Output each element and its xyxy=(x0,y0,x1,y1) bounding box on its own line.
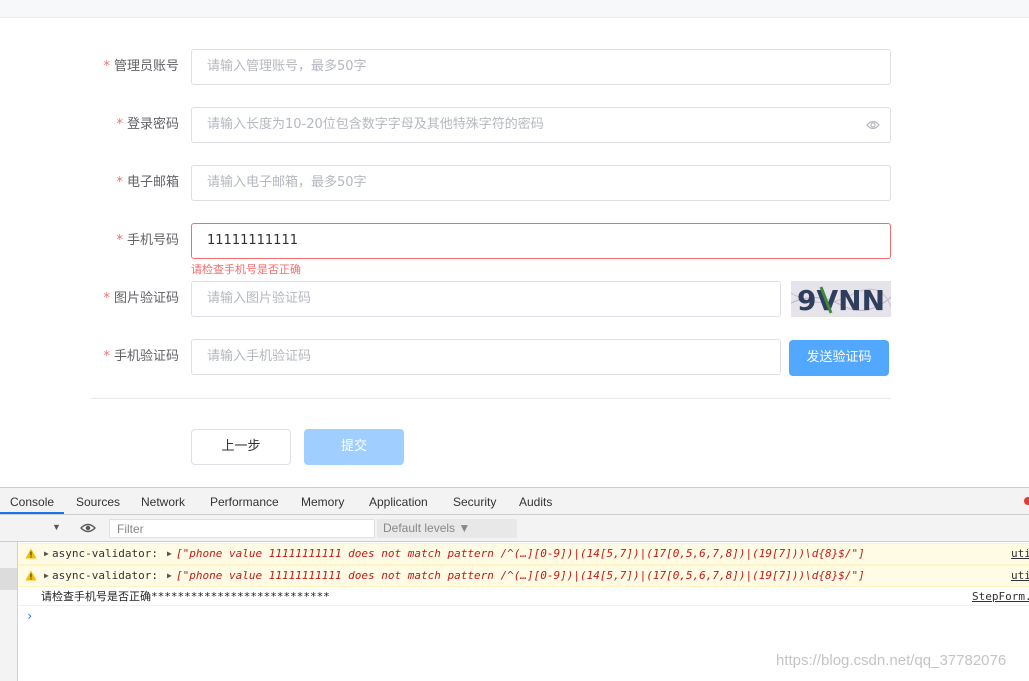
top-header-bar xyxy=(0,0,1029,18)
message-source-link[interactable]: uti xyxy=(1011,566,1029,586)
input-placeholder: 请输入管理账号，最多50字 xyxy=(207,59,367,74)
input-placeholder: 请输入图片验证码 xyxy=(207,291,312,306)
sms-code-input[interactable]: 请输入手机验证码 xyxy=(191,339,781,375)
gutter-selection xyxy=(0,568,17,590)
message-text: ["phone value 11111111111 does not match… xyxy=(176,569,865,582)
password-input[interactable]: 请输入长度为10-20位包含数字字母及其他特殊字符的密码 xyxy=(191,107,891,143)
console-warning-row[interactable]: ▶ async-validator: ▶ ["phone value 11111… xyxy=(18,565,1029,587)
devtools-tab-bar: Console Sources Network Performance Memo… xyxy=(0,488,1029,515)
field-admin-account: * 管理员账号 请输入管理账号，最多50字 xyxy=(0,49,1029,85)
input-value: 11111111111 xyxy=(207,233,298,248)
field-sms-code: * 手机验证码 请输入手机验证码 发送验证码 xyxy=(0,339,1029,376)
warning-icon xyxy=(25,548,37,559)
console-prompt-icon[interactable]: › xyxy=(26,609,33,623)
log-levels-dropdown[interactable]: Default levels ▼ xyxy=(377,519,517,538)
tab-console[interactable]: Console xyxy=(0,488,65,514)
field-label: * 电子邮箱 xyxy=(116,175,179,190)
console-filter-input[interactable]: Filter xyxy=(109,519,375,538)
submit-button[interactable]: 提交 xyxy=(304,429,404,465)
tab-sources[interactable]: Sources xyxy=(76,488,120,514)
phone-input[interactable]: 11111111111 xyxy=(191,223,891,259)
previous-step-button[interactable]: 上一步 xyxy=(191,429,291,465)
field-label: * 手机号码 xyxy=(116,233,179,248)
console-log-row[interactable]: 请检查手机号是否正确*************************** St… xyxy=(18,588,1029,606)
warning-icon xyxy=(25,570,37,581)
expand-arrow-icon[interactable]: ▶ xyxy=(44,544,49,564)
tab-audits[interactable]: Audits xyxy=(519,488,552,514)
tab-network[interactable]: Network xyxy=(141,488,185,514)
expand-arrow-icon[interactable]: ▶ xyxy=(167,566,172,586)
tab-security[interactable]: Security xyxy=(453,488,496,514)
send-code-button[interactable]: 发送验证码 xyxy=(789,340,889,376)
message-source-link[interactable]: uti xyxy=(1011,544,1029,564)
captcha-image[interactable]: 9VNN xyxy=(791,281,891,317)
console-gutter xyxy=(0,542,18,681)
expand-arrow-icon[interactable]: ▶ xyxy=(44,566,49,586)
console-warning-row[interactable]: ▶ async-validator: ▶ ["phone value 11111… xyxy=(18,543,1029,565)
live-expression-eye-icon[interactable] xyxy=(80,523,96,533)
tab-memory[interactable]: Memory xyxy=(301,488,344,514)
watermark: https://blog.csdn.net/qq_37782076 xyxy=(776,652,1007,669)
expand-arrow-icon[interactable]: ▶ xyxy=(167,544,172,564)
tab-performance[interactable]: Performance xyxy=(210,488,279,514)
tab-application[interactable]: Application xyxy=(369,488,428,514)
field-password: * 登录密码 请输入长度为10-20位包含数字字母及其他特殊字符的密码 xyxy=(0,107,1029,143)
message-prefix: async-validator: xyxy=(52,569,158,582)
form-divider xyxy=(91,398,891,399)
input-placeholder: 请输入长度为10-20位包含数字字母及其他特殊字符的密码 xyxy=(207,117,544,132)
field-label: * 手机验证码 xyxy=(103,349,179,364)
context-dropdown-icon[interactable]: ▼ xyxy=(52,522,61,532)
captcha-text: 9VNN xyxy=(797,284,885,317)
field-label: * 登录密码 xyxy=(116,117,179,132)
error-indicator-icon[interactable] xyxy=(1024,497,1029,505)
input-placeholder: 请输入手机验证码 xyxy=(207,349,312,364)
field-image-captcha: * 图片验证码 请输入图片验证码 9VNN xyxy=(0,281,1029,317)
phone-error-message: 请检查手机号是否正确 xyxy=(191,263,301,276)
email-input[interactable]: 请输入电子邮箱，最多50字 xyxy=(191,165,891,201)
field-email: * 电子邮箱 请输入电子邮箱，最多50字 xyxy=(0,165,1029,201)
message-text: 请检查手机号是否正确*************************** xyxy=(41,590,330,603)
field-phone: * 手机号码 11111111111 请检查手机号是否正确 xyxy=(0,223,1029,276)
message-text: ["phone value 11111111111 does not match… xyxy=(176,547,865,560)
filter-placeholder: Filter xyxy=(117,522,144,536)
input-placeholder: 请输入电子邮箱，最多50字 xyxy=(207,175,367,190)
eye-icon[interactable] xyxy=(866,119,880,131)
message-prefix: async-validator: xyxy=(52,547,158,560)
image-captcha-input[interactable]: 请输入图片验证码 xyxy=(191,281,781,317)
console-toolbar: ▼ Filter Default levels ▼ xyxy=(0,515,1029,542)
field-label: * 管理员账号 xyxy=(103,59,179,74)
message-source-link[interactable]: StepForm. xyxy=(972,588,1029,605)
field-label: * 图片验证码 xyxy=(103,291,179,306)
admin-account-input[interactable]: 请输入管理账号，最多50字 xyxy=(191,49,891,85)
